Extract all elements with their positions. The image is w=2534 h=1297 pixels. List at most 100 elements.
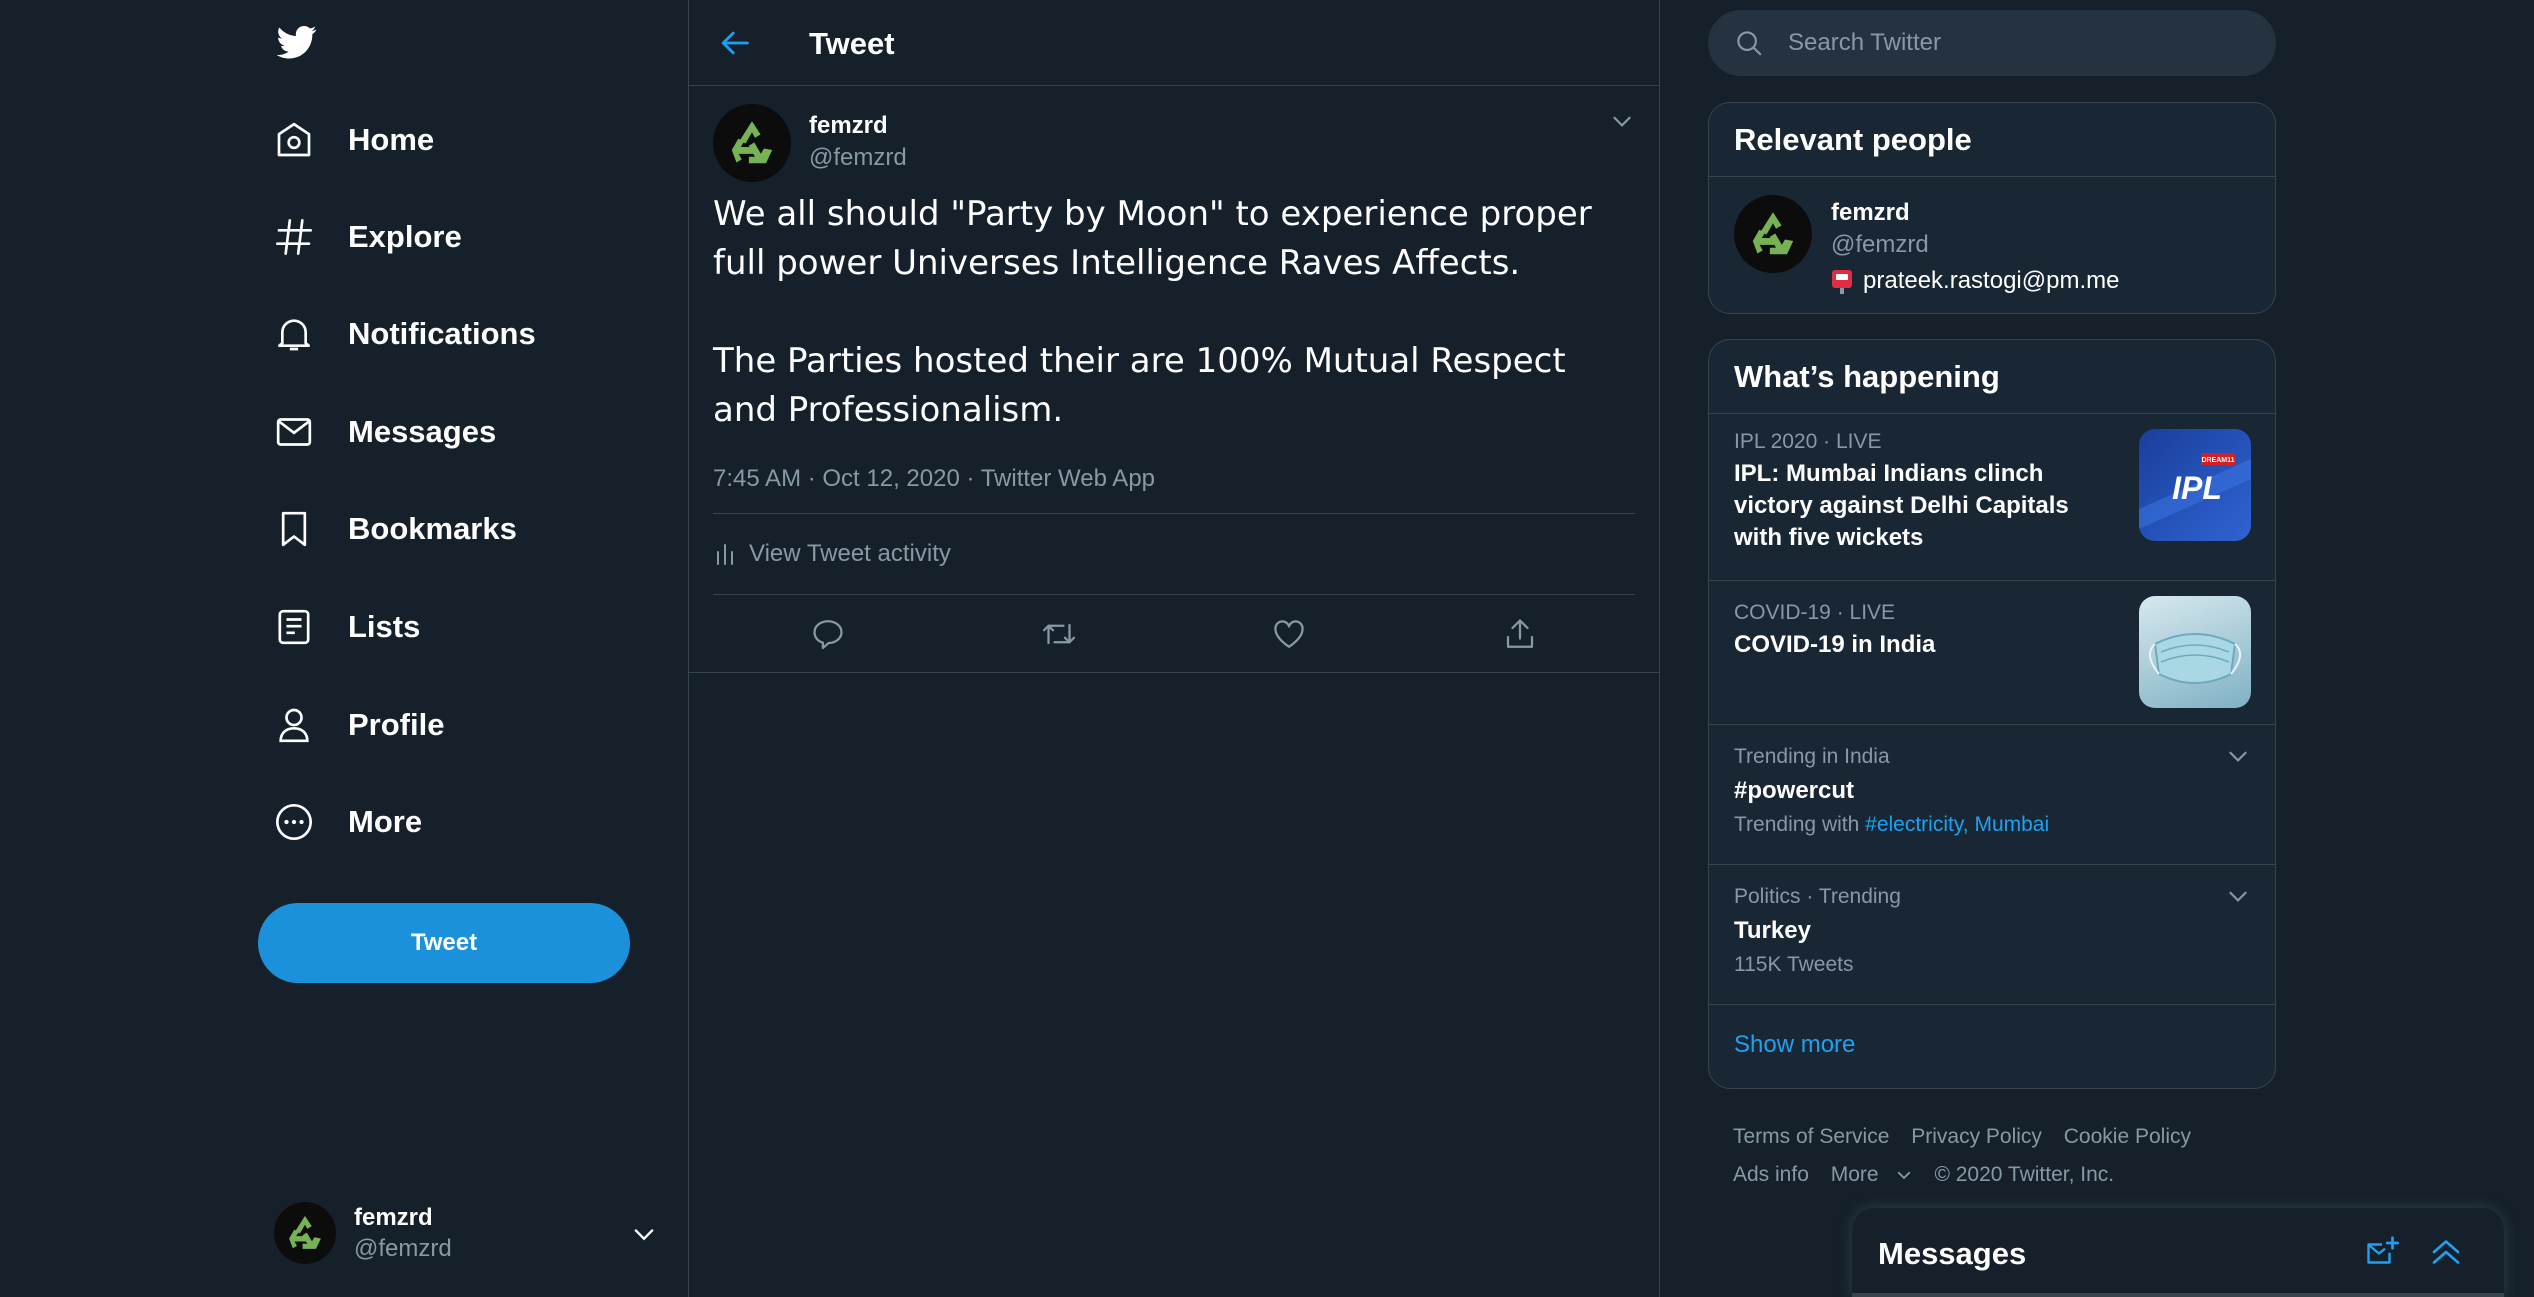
chevron-down-icon[interactable] xyxy=(1609,108,1635,134)
nav-label: Home xyxy=(348,122,435,157)
account-handle: @femzrd xyxy=(354,1235,452,1262)
nav-explore[interactable]: Explore xyxy=(274,207,462,267)
search-bar[interactable] xyxy=(1708,10,2276,76)
recycle-icon xyxy=(289,1215,321,1249)
home-icon xyxy=(274,120,314,160)
recycle-icon xyxy=(1752,212,1794,255)
tweet-author[interactable]: femzrd @femzrd xyxy=(689,86,1659,184)
tweet-text: We all should "Party by Moon" to experie… xyxy=(689,190,1659,435)
mask-thumbnail xyxy=(2139,596,2251,708)
trend-link[interactable]: Mumbai xyxy=(1974,813,2049,836)
trend-title: IPL: Mumbai Indians clinch victory again… xyxy=(1734,460,2069,551)
back-arrow-icon[interactable] xyxy=(719,26,753,60)
person-bio-text: prateek.rastogi@pm.me xyxy=(1863,267,2120,294)
person-name[interactable]: femzrd xyxy=(1831,199,1910,227)
drawer-title: Messages xyxy=(1878,1236,2027,1271)
hashtag-icon xyxy=(274,217,314,257)
footer-link[interactable]: Terms of Service xyxy=(1733,1125,1889,1148)
footer-more[interactable]: More xyxy=(1831,1163,1913,1186)
reply-icon[interactable] xyxy=(810,616,846,652)
nav-more[interactable]: More xyxy=(274,792,422,852)
copyright: © 2020 Twitter, Inc. xyxy=(1934,1163,2115,1186)
tweet-author-handle[interactable]: @femzrd xyxy=(809,144,907,172)
nav-profile[interactable]: Profile xyxy=(274,695,444,755)
nav-notifications[interactable]: Notifications xyxy=(274,304,536,364)
account-switcher[interactable]: femzrd @femzrd xyxy=(274,1200,658,1266)
person-icon xyxy=(274,705,314,745)
footer-link: More xyxy=(1830,1163,1879,1186)
trend-meta: Trending in India xyxy=(1734,745,1890,768)
retweet-icon[interactable] xyxy=(1041,616,1077,652)
messages-drawer[interactable]: Messages xyxy=(1852,1208,2504,1297)
account-name: femzrd xyxy=(354,1203,433,1231)
tweet-paragraph: We all should "Party by Moon" to experie… xyxy=(713,194,1592,283)
card-title: What’s happening xyxy=(1709,340,2275,414)
bell-icon xyxy=(274,314,314,354)
footer: Terms of Service Privacy Policy Cookie P… xyxy=(1733,1118,2273,1194)
trend-item[interactable]: Trending in India #powercut Trending wit… xyxy=(1709,725,2275,865)
more-circle-icon xyxy=(274,802,314,842)
nav-label: Explore xyxy=(348,219,462,254)
person-handle: @femzrd xyxy=(1831,231,1929,258)
avatar[interactable] xyxy=(713,104,791,182)
postbox-icon xyxy=(1831,268,1853,294)
tweet-paragraph-spacer xyxy=(713,288,1635,337)
relevant-person[interactable]: femzrd @femzrd prateek.rastogi@pm.me xyxy=(1709,177,2275,313)
twitter-bird-icon[interactable] xyxy=(274,22,320,62)
nav-messages[interactable]: Messages xyxy=(274,402,496,462)
trend-item[interactable]: IPL 2020 · LIVE IPL: Mumbai Indians clin… xyxy=(1709,414,2275,581)
trend-sub: Trending with #electricity, Mumbai xyxy=(1734,813,2050,836)
search-icon xyxy=(1734,28,1764,58)
chevron-down-icon xyxy=(630,1220,658,1248)
avatar[interactable] xyxy=(1734,195,1812,273)
thumb-badge: DREAM11 xyxy=(2201,457,2234,464)
activity-label: View Tweet activity xyxy=(749,540,951,567)
nav-label: Messages xyxy=(348,414,497,449)
nav-label: More xyxy=(348,804,423,839)
ipl-thumbnail: DREAM11 IPL xyxy=(2139,429,2251,541)
tweet-button[interactable]: Tweet xyxy=(258,903,630,983)
trend-title: #powercut xyxy=(1734,777,1855,804)
tweet-actions xyxy=(713,594,1635,672)
trend-sub: 115K Tweets xyxy=(1734,953,1854,976)
new-message-icon[interactable] xyxy=(2364,1234,2400,1270)
avatar xyxy=(274,1202,336,1264)
like-icon[interactable] xyxy=(1271,616,1307,652)
main-column: Tweet femzrd @femzrd We all should "Part… xyxy=(688,0,1660,1297)
main-header: Tweet xyxy=(689,0,1659,86)
footer-link[interactable]: Privacy Policy xyxy=(1911,1125,2042,1148)
divider xyxy=(689,672,1659,673)
whats-happening-card: What’s happening IPL 2020 · LIVE IPL: Mu… xyxy=(1708,339,2276,1089)
bookmark-icon xyxy=(274,509,314,549)
tweet-timestamp[interactable]: 7:45 AM · Oct 12, 2020 · Twitter Web App xyxy=(689,465,1659,493)
left-sidebar: Home Explore Notifications Messages Book… xyxy=(0,0,688,1297)
chevron-down-icon[interactable] xyxy=(2225,743,2251,769)
nav-label: Bookmarks xyxy=(348,511,517,546)
nav-label: Lists xyxy=(348,609,421,644)
show-more-link[interactable]: Show more xyxy=(1709,1005,2275,1085)
card-title: Relevant people xyxy=(1709,103,2275,177)
trend-link[interactable]: #electricity xyxy=(1865,813,1963,836)
trend-item[interactable]: COVID-19 · LIVE COVID-19 in India xyxy=(1709,581,2275,725)
trend-item[interactable]: Politics · Trending Turkey 115K Tweets xyxy=(1709,865,2275,1005)
view-tweet-activity-link[interactable]: View Tweet activity xyxy=(713,514,1635,594)
tweet-author-name[interactable]: femzrd xyxy=(809,112,888,140)
nav-home[interactable]: Home xyxy=(274,110,434,170)
chevron-down-icon[interactable] xyxy=(2225,883,2251,909)
relevant-people-card: Relevant people femzrd @femzrd prateek.r… xyxy=(1708,102,2276,314)
nav-bookmarks[interactable]: Bookmarks xyxy=(274,499,517,559)
footer-link[interactable]: Ads info xyxy=(1733,1163,1809,1186)
trend-meta: Politics · Trending xyxy=(1734,885,1901,908)
list-icon xyxy=(274,607,314,647)
footer-link[interactable]: Cookie Policy xyxy=(2064,1125,2191,1148)
envelope-icon xyxy=(274,412,314,452)
nav-lists[interactable]: Lists xyxy=(274,597,420,657)
nav-label: Profile xyxy=(348,707,445,742)
bar-chart-icon xyxy=(713,540,737,568)
person-bio: prateek.rastogi@pm.me xyxy=(1831,267,2119,295)
share-icon[interactable] xyxy=(1502,616,1538,652)
double-chevron-up-icon[interactable] xyxy=(2428,1234,2464,1270)
search-input[interactable] xyxy=(1788,29,2228,57)
trend-title: Turkey xyxy=(1734,917,1811,944)
tweet-paragraph: The Parties hosted their are 100% Mutual… xyxy=(713,341,1566,430)
